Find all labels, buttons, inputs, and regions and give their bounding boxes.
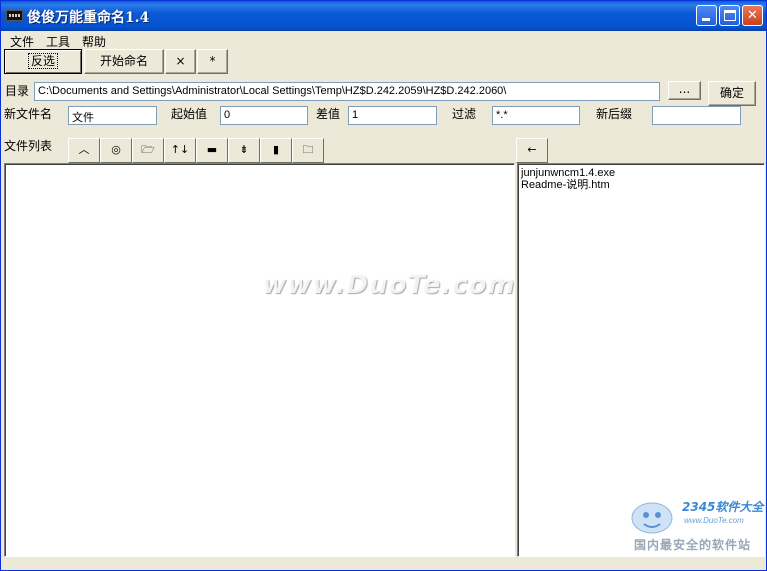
close-button[interactable]: ✕ — [742, 5, 763, 26]
filter-label: 过滤 — [452, 107, 477, 121]
list-item[interactable]: Readme-说明.htm — [518, 179, 764, 191]
invert-selection-button[interactable]: 反选 — [4, 49, 82, 74]
back-button[interactable]: ← — [516, 138, 548, 163]
start-value-label: 起始值 — [171, 107, 208, 121]
remove-button[interactable]: × — [165, 49, 196, 74]
wildcard-button[interactable]: * — [197, 49, 228, 74]
folder-icon: 🗀 — [302, 143, 314, 156]
device-button[interactable]: ▮ — [260, 138, 292, 163]
menu-help[interactable]: 帮助 — [82, 33, 106, 50]
move-top-button[interactable]: ︿ — [68, 138, 100, 163]
minimize-icon — [702, 18, 710, 21]
open-folder-icon: 🗁 — [141, 143, 155, 156]
bar-button[interactable]: ▬ — [196, 138, 228, 163]
source-files-pane[interactable]: junjunwncm1.4.exe Readme-说明.htm — [517, 163, 765, 557]
open-folder-button[interactable]: 🗁 — [132, 138, 164, 163]
status-bar — [2, 560, 766, 570]
menu-file[interactable]: 文件 — [10, 33, 34, 50]
arrow-left-icon: ← — [527, 143, 537, 156]
maximize-button[interactable] — [719, 5, 740, 26]
target-icon: ◎ — [111, 143, 121, 156]
caret-up-icon: ︿ — [78, 143, 90, 156]
file-list-pane[interactable] — [4, 163, 515, 557]
title-bar[interactable]: 俊俊万能重命名1.4 ✕ — [1, 1, 766, 31]
swap-updown-icon: ↑↓ — [170, 143, 190, 156]
new-ext-label: 新后缀 — [596, 107, 633, 121]
folder-button[interactable]: 🗀 — [292, 138, 324, 163]
close-icon: ✕ — [747, 8, 758, 23]
start-rename-button[interactable]: 开始命名 — [84, 49, 164, 74]
new-ext-input[interactable] — [652, 106, 741, 125]
app-icon[interactable] — [6, 10, 23, 21]
new-name-label: 新文件名 — [4, 107, 53, 121]
browse-button[interactable]: ... — [668, 81, 701, 100]
double-arrow-icon: ⇟ — [239, 143, 249, 156]
confirm-button[interactable]: 确定 — [708, 81, 756, 106]
target-button[interactable]: ◎ — [100, 138, 132, 163]
new-name-input[interactable]: 文件 — [68, 106, 157, 125]
step-input[interactable]: 1 — [348, 106, 437, 125]
swap-order-button[interactable]: ↑↓ — [164, 138, 196, 163]
directory-label: 目录 — [5, 84, 30, 98]
window-title: 俊俊万能重命名1.4 — [27, 10, 150, 26]
menu-bar: 文件 工具 帮助 — [2, 31, 766, 49]
double-arrow-button[interactable]: ⇟ — [228, 138, 260, 163]
invert-selection-label: 反选 — [27, 53, 59, 69]
file-list-label: 文件列表 — [4, 139, 53, 153]
directory-input[interactable]: C:\Documents and Settings\Administrator\… — [34, 82, 660, 101]
filter-input[interactable]: *.* — [492, 106, 580, 125]
list-item[interactable]: junjunwncm1.4.exe — [518, 167, 764, 179]
device-icon: ▮ — [272, 143, 280, 156]
app-window: 俊俊万能重命名1.4 ✕ 文件 工具 帮助 反选 开始命名 × * 目录 C:\… — [0, 0, 767, 571]
step-label: 差值 — [316, 107, 341, 121]
start-value-input[interactable]: 0 — [220, 106, 308, 125]
maximize-icon — [724, 10, 736, 21]
menu-tools[interactable]: 工具 — [46, 33, 70, 50]
bar-icon: ▬ — [206, 143, 218, 156]
minimize-button[interactable] — [696, 5, 717, 26]
